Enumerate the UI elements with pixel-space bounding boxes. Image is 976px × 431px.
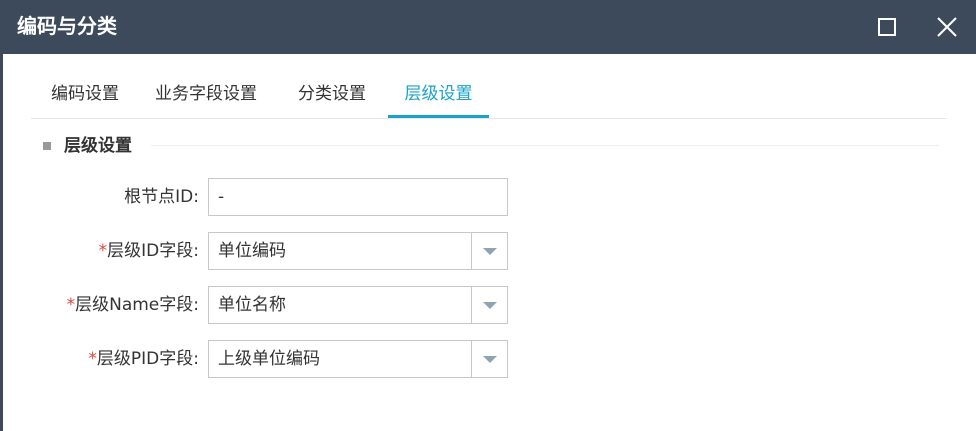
form-row-level-name: *层级Name字段: 单位名称 — [3, 286, 976, 324]
level-pid-label: *层级PID字段: — [88, 340, 199, 378]
tab-business-field-settings[interactable]: 业务字段设置 — [143, 74, 269, 118]
window-title: 编码与分类 — [17, 14, 117, 38]
maximize-button[interactable] — [870, 10, 904, 44]
level-id-select[interactable]: 单位编码 — [208, 232, 508, 270]
tab-level-settings[interactable]: 层级设置 — [388, 74, 489, 118]
level-id-label: *层级ID字段: — [99, 232, 199, 270]
level-name-select[interactable]: 单位名称 — [208, 286, 508, 324]
close-icon — [937, 17, 957, 37]
root-id-label-text: 根节点ID: — [124, 187, 199, 207]
required-mark: * — [88, 349, 97, 369]
level-name-label: *层级Name字段: — [67, 286, 199, 324]
section-title: 层级设置 — [64, 136, 132, 156]
required-mark: * — [98, 241, 108, 261]
close-button[interactable] — [930, 10, 964, 44]
root-id-value: - — [218, 187, 225, 207]
section-header: 层级设置 — [41, 133, 939, 159]
form-row-root-id: 根节点ID: - — [3, 178, 976, 216]
tab-code-settings[interactable]: 编码设置 — [31, 74, 139, 118]
tab-category-settings[interactable]: 分类设置 — [285, 74, 379, 118]
root-id-label: 根节点ID: — [124, 178, 199, 216]
level-pid-dropdown-button[interactable] — [471, 341, 507, 377]
level-id-dropdown-button[interactable] — [471, 233, 507, 269]
section-divider — [151, 145, 939, 146]
tab-bar: 编码设置 业务字段设置 分类设置 层级设置 — [31, 74, 947, 119]
required-mark: * — [66, 295, 76, 315]
chevron-down-icon — [483, 302, 497, 309]
chevron-down-icon — [483, 356, 497, 363]
form-row-level-id: *层级ID字段: 单位编码 — [3, 232, 976, 270]
form-row-level-pid: *层级PID字段: 上级单位编码 — [3, 340, 976, 378]
level-name-value: 单位名称 — [218, 295, 286, 315]
dialog-window: 编码与分类 编码设置 业务字段设置 分类设置 层级设置 层级设置 根节点ID: … — [0, 0, 976, 431]
level-id-value: 单位编码 — [218, 241, 286, 261]
level-pid-select[interactable]: 上级单位编码 — [208, 340, 508, 378]
section-square-icon — [43, 142, 51, 150]
level-id-label-text: 层级ID字段: — [107, 241, 199, 261]
level-pid-label-text: 层级PID字段: — [96, 349, 199, 369]
level-pid-value: 上级单位编码 — [218, 349, 320, 369]
root-id-input[interactable]: - — [208, 178, 508, 216]
level-name-dropdown-button[interactable] — [471, 287, 507, 323]
maximize-icon — [878, 18, 896, 36]
title-bar[interactable]: 编码与分类 — [0, 0, 976, 54]
chevron-down-icon — [483, 248, 497, 255]
level-name-label-text: 层级Name字段: — [75, 295, 199, 315]
